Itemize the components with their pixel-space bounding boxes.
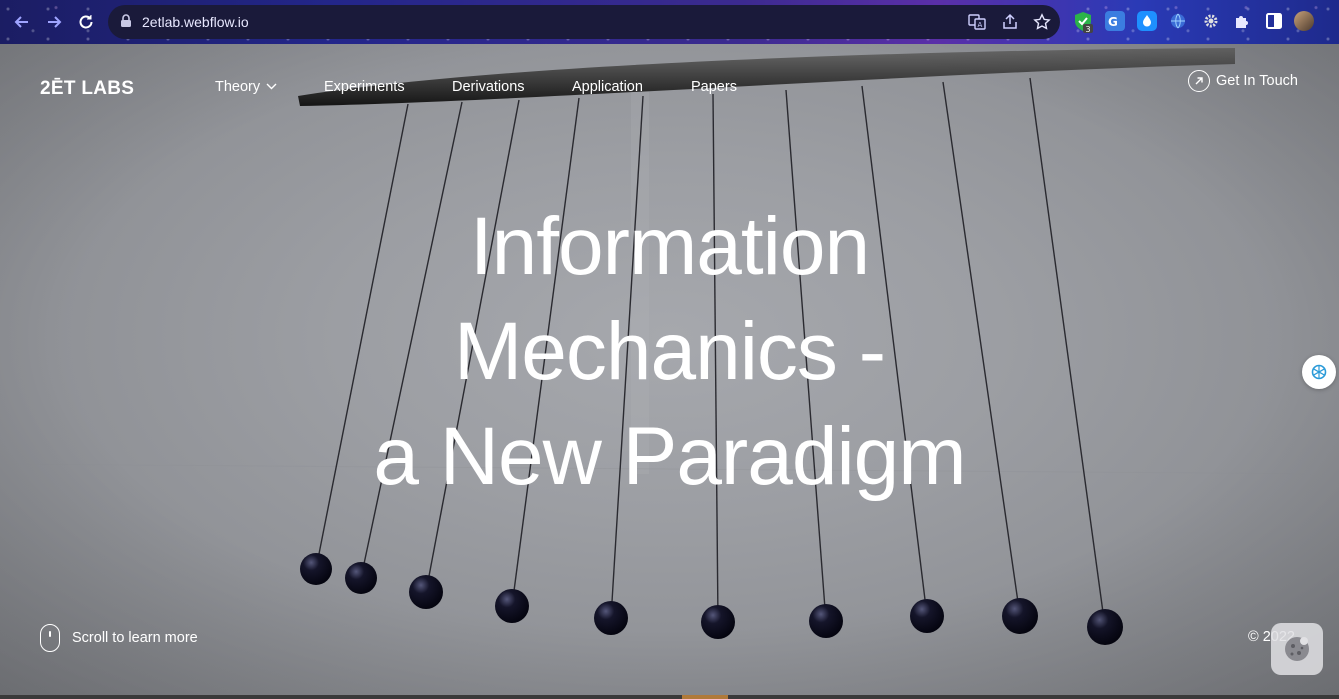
headline-line-1: Information [469,201,870,292]
nav-theory[interactable]: Theory [215,79,277,95]
sidebar-icon[interactable] [1264,11,1284,31]
address-bar[interactable]: 2etlab.webflow.io A [108,5,1060,39]
svg-text:G: G [1108,15,1118,29]
arrow-up-right-icon [1188,70,1210,92]
nav-theory-label: Theory [215,79,261,95]
headline-line-2: Mechanics - [453,306,886,397]
lock-icon[interactable] [120,14,132,33]
gear-extension-icon[interactable] [1201,11,1221,31]
scroll-indicator [682,695,728,699]
profile-avatar[interactable] [1294,11,1314,31]
svg-text:A: A [978,21,983,29]
headline-line-3: a New Paradigm [373,411,966,502]
bookmark-star-icon[interactable] [1033,13,1051,31]
puzzle-extensions-icon[interactable] [1232,11,1252,31]
scroll-hint-label: Scroll to learn more [72,630,198,646]
browser-toolbar: 2etlab.webflow.io A 3 G [0,0,1339,44]
share-icon[interactable] [1001,13,1019,31]
translate-extension-icon[interactable]: G [1105,11,1125,31]
chatgpt-extension-icon[interactable] [1302,355,1336,389]
url-text[interactable]: 2etlab.webflow.io [142,14,249,30]
droplet-extension-icon[interactable] [1137,11,1157,31]
nav-papers[interactable]: Papers [691,79,737,95]
hero-headline: Information Mechanics - a New Paradigm [0,194,1339,509]
hero-section: 2ĒT LABS Theory Experiments Derivations … [0,44,1339,695]
cookie-settings-icon[interactable] [1271,623,1323,675]
nav-experiments[interactable]: Experiments [324,79,405,95]
mouse-icon [40,624,60,652]
nav-application[interactable]: Application [572,79,643,95]
get-in-touch-link[interactable]: Get In Touch [1188,70,1298,92]
nav-derivations[interactable]: Derivations [452,79,525,95]
get-in-touch-label: Get In Touch [1216,73,1298,89]
globe-extension-icon[interactable] [1168,11,1188,31]
bottom-scroll-strip [0,695,1339,699]
reload-icon[interactable] [74,10,98,34]
back-arrow-icon[interactable] [10,10,34,34]
shield-extension-icon[interactable]: 3 [1073,11,1093,34]
scroll-hint[interactable]: Scroll to learn more [40,624,198,652]
forward-arrow-icon[interactable] [42,10,66,34]
translate-icon[interactable]: A [968,13,986,31]
site-logo[interactable]: 2ĒT LABS [40,78,134,100]
extension-badge: 3 [1086,25,1091,33]
chevron-down-icon [266,81,277,93]
